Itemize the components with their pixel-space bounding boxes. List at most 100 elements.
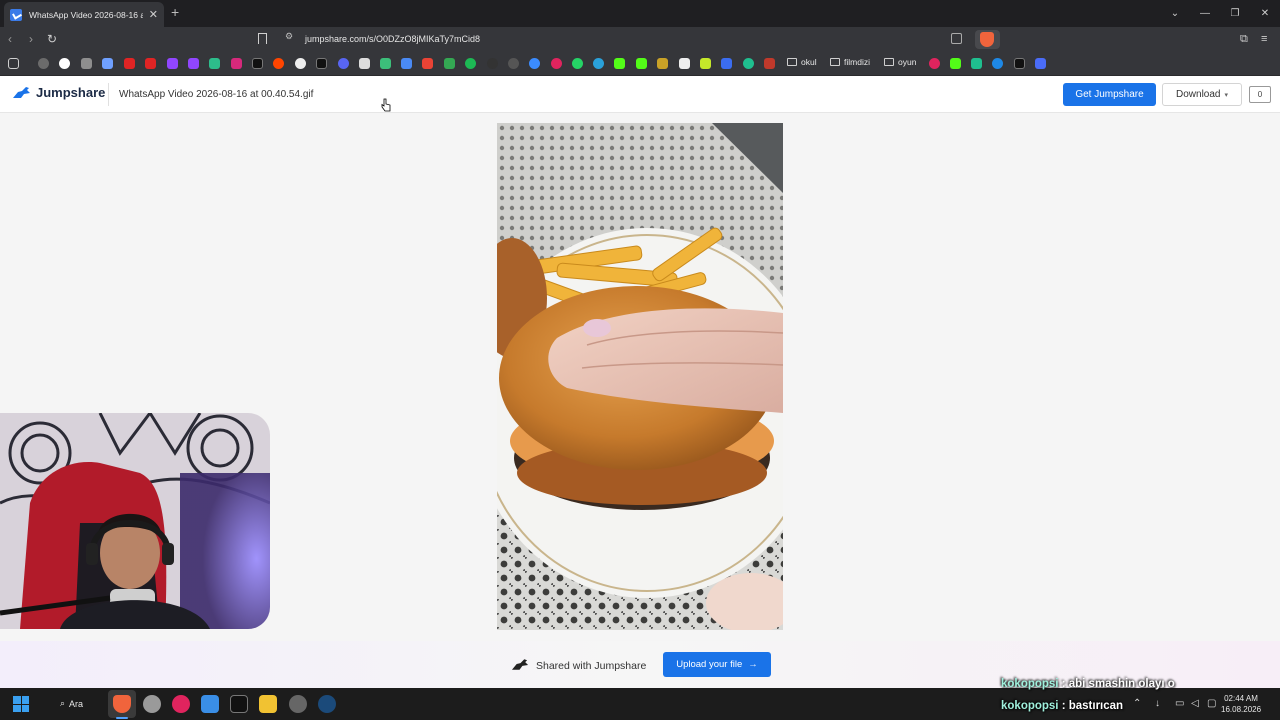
bookmark-drive-icon[interactable] <box>444 58 455 69</box>
tray-download-icon[interactable]: ↓ <box>1155 698 1160 709</box>
bookmark-icon-25[interactable] <box>551 58 562 69</box>
bookmark-icon-22[interactable] <box>487 58 498 69</box>
bookmark-icon-34[interactable] <box>743 58 754 69</box>
windows-start-icon[interactable] <box>13 696 29 712</box>
browser-toolbar: ‹ › ↻ ⚙ jumpshare.com/s/O0DZzO8jMIKaTy7m… <box>0 27 1280 52</box>
search-icon: ⌕ <box>60 698 66 708</box>
bookmark-google-icon[interactable] <box>59 58 70 69</box>
bookmark-icon-35[interactable] <box>764 58 775 69</box>
taskbar-search[interactable]: ⌕ Ara <box>60 698 83 709</box>
tab-close-icon[interactable]: ✕ <box>149 8 158 21</box>
bookmark-folder-okul[interactable]: okul <box>787 57 817 67</box>
kangaroo-logo-icon <box>511 659 529 670</box>
app-taskbar-icon-2[interactable] <box>143 695 161 713</box>
address-bar-url[interactable]: jumpshare.com/s/O0DZzO8jMIKaTy7mCid8 <box>305 34 480 44</box>
steam-taskbar-icon[interactable] <box>318 695 336 713</box>
bookmark-telegram-icon[interactable] <box>593 58 604 69</box>
bookmark-twitch-icon-2[interactable] <box>188 58 199 69</box>
app-taskbar-icon-7[interactable] <box>289 695 307 713</box>
jumpshare-header: Jumpshare WhatsApp Video 2026-08-16 at 0… <box>0 76 1280 113</box>
bookmark-icon-41[interactable] <box>971 58 982 69</box>
folder-icon <box>830 58 840 66</box>
bookmark-kick-icon-3[interactable] <box>950 58 961 69</box>
extensions-icon[interactable]: ⧉ <box>1240 33 1248 46</box>
bookmark-reddit-icon[interactable] <box>273 58 284 69</box>
bookmark-folder-oyun[interactable]: oyun <box>884 57 916 67</box>
bookmark-kick-icon-2[interactable] <box>636 58 647 69</box>
bookmark-icon[interactable] <box>258 33 267 44</box>
burger-photo <box>497 123 783 630</box>
bookmark-icon-9[interactable] <box>209 58 220 69</box>
tiktok-taskbar-icon[interactable] <box>230 695 248 713</box>
bookmark-icon-3[interactable] <box>81 58 92 69</box>
download-button[interactable]: Download ▾ <box>1162 83 1242 106</box>
network-icon[interactable]: ▭ <box>1175 698 1184 709</box>
bookmark-icon-31[interactable] <box>679 58 690 69</box>
folder-icon <box>787 58 797 66</box>
forward-arrow-icon[interactable]: › <box>29 32 33 46</box>
bookmark-icon-39[interactable] <box>929 58 940 69</box>
tray-expand-icon[interactable]: ⌃ <box>1133 698 1141 709</box>
reload-icon[interactable]: ↻ <box>47 32 57 46</box>
bookmark-icon-13[interactable] <box>295 58 306 69</box>
bookmark-icon-32[interactable] <box>700 58 711 69</box>
chevron-down-icon: ▾ <box>1224 91 1228 99</box>
new-tab-button[interactable]: + <box>171 4 179 20</box>
bookmark-icon-42[interactable] <box>992 58 1003 69</box>
arrow-right-icon: → <box>748 659 758 670</box>
notification-icon[interactable]: ▢ <box>1207 698 1216 709</box>
bookmark-twitch-icon[interactable] <box>167 58 178 69</box>
search-label: Ara <box>69 698 84 709</box>
bookmark-icon-44[interactable] <box>1035 58 1046 69</box>
taskbar-clock[interactable]: 02:44 AM 16.08.2026 <box>1221 693 1261 715</box>
photos-taskbar-icon[interactable] <box>201 695 219 713</box>
menu-icon[interactable]: ≡ <box>1261 33 1267 45</box>
bookmark-whatsapp-icon[interactable] <box>572 58 583 69</box>
comments-button[interactable]: 0 <box>1249 86 1271 103</box>
bookmark-gmail-icon[interactable] <box>422 58 433 69</box>
bookmark-icon-43[interactable] <box>1014 58 1025 69</box>
bookmark-youtube-icon-2[interactable] <box>145 58 156 69</box>
translate-icon[interactable] <box>951 33 962 44</box>
jumpshare-favicon-icon <box>10 8 22 21</box>
download-label: Download <box>1176 89 1221 100</box>
upload-file-button[interactable]: Upload your file → <box>663 652 771 677</box>
minimize-button[interactable]: — <box>1190 8 1220 19</box>
bookmark-spotify-icon[interactable] <box>465 58 476 69</box>
stream-chat-line-1: kokopopsi : abi smashin olayı o <box>1001 678 1175 690</box>
bookmark-github-icon[interactable] <box>508 58 519 69</box>
file-explorer-taskbar-icon[interactable] <box>259 695 277 713</box>
site-info-icon[interactable]: ⚙ <box>285 31 293 42</box>
bookmark-kick-icon[interactable] <box>614 58 625 69</box>
jumpshare-logo[interactable]: Jumpshare <box>12 85 105 100</box>
media-player-taskbar-icon[interactable] <box>172 695 190 713</box>
get-jumpshare-button[interactable]: Get Jumpshare <box>1063 83 1156 106</box>
bookmark-instagram-icon[interactable] <box>231 58 242 69</box>
clock-time: 02:44 AM <box>1224 694 1258 703</box>
apps-grid-icon[interactable] <box>8 58 19 69</box>
bookmark-icon-33[interactable] <box>721 58 732 69</box>
bookmark-tiktok-icon[interactable] <box>316 58 327 69</box>
volume-icon[interactable]: ◁ <box>1191 698 1199 709</box>
browser-tab-active[interactable]: WhatsApp Video 2026-08-16 at ✕ <box>4 2 164 27</box>
tab-strip: WhatsApp Video 2026-08-16 at ✕ + ⌄ — ❐ ✕ <box>0 0 1280 27</box>
bookmark-x-icon[interactable] <box>252 58 263 69</box>
brave-browser-taskbar-icon[interactable] <box>113 695 131 713</box>
close-window-button[interactable]: ✕ <box>1250 8 1280 19</box>
bookmark-icon-24[interactable] <box>529 58 540 69</box>
maximize-button[interactable]: ❐ <box>1220 8 1250 19</box>
bookmark-icon-30[interactable] <box>657 58 668 69</box>
bookmark-translate-icon[interactable] <box>401 58 412 69</box>
bookmark-youtube-icon[interactable] <box>124 58 135 69</box>
bookmark-discord-icon[interactable] <box>338 58 349 69</box>
brave-shield-icon <box>980 32 994 47</box>
bookmark-icon-16[interactable] <box>359 58 370 69</box>
preview-area <box>0 113 1280 641</box>
tab-search-icon[interactable]: ⌄ <box>1160 8 1190 19</box>
bookmark-icon-17[interactable] <box>380 58 391 69</box>
gif-preview[interactable] <box>497 123 783 630</box>
bookmark-folder-filmdizi[interactable]: filmdizi <box>830 57 870 67</box>
bookmark-icon-4[interactable] <box>102 58 113 69</box>
bookmark-history-icon[interactable] <box>38 58 49 69</box>
back-arrow-icon[interactable]: ‹ <box>8 32 12 46</box>
